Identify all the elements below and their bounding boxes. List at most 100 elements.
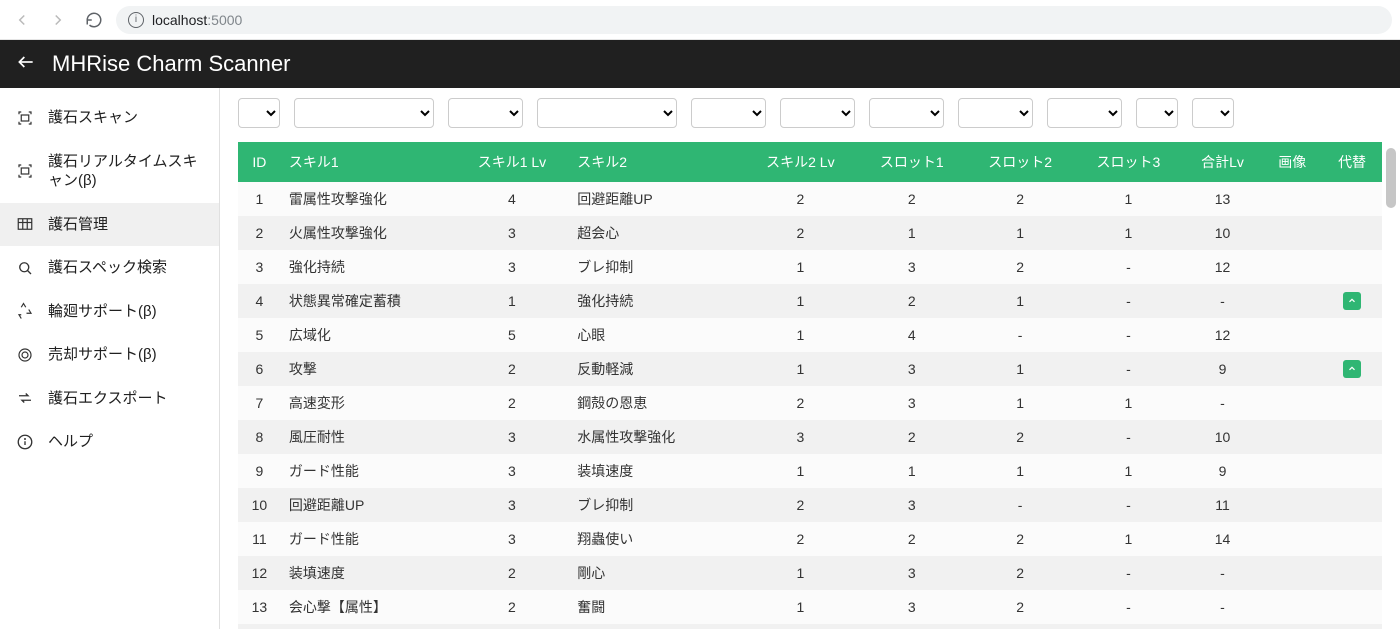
cell-sl2: 2 <box>966 420 1074 454</box>
col-header[interactable]: 代替 <box>1322 142 1382 182</box>
cell-img <box>1262 216 1322 250</box>
table-row[interactable]: 8風圧耐性3水属性攻撃強化322-10 <box>238 420 1382 454</box>
col-header[interactable]: スロット3 <box>1074 142 1182 182</box>
table-row[interactable]: 14弱点特効2状態異常確定蓄積1111- <box>238 624 1382 629</box>
nav-reload-button[interactable] <box>80 6 108 34</box>
filter-alt[interactable] <box>1192 98 1234 128</box>
table-row[interactable]: 12装填速度2剛心132-- <box>238 556 1382 590</box>
arrow-up-icon[interactable] <box>1343 360 1361 378</box>
filter-id[interactable] <box>238 98 280 128</box>
cell-sl1: 2 <box>858 420 966 454</box>
cell-s2: 奮闘 <box>569 590 743 624</box>
cell-sl3: 1 <box>1074 386 1182 420</box>
cell-img <box>1262 420 1322 454</box>
cell-s2: 剛心 <box>569 556 743 590</box>
cell-img <box>1262 386 1322 420</box>
cell-s1l: 2 <box>455 556 570 590</box>
cell-sl3: 1 <box>1074 522 1182 556</box>
filter-sumlv[interactable] <box>1047 98 1122 128</box>
cell-alt <box>1322 284 1382 318</box>
sidebar-item-2[interactable]: 護石管理 <box>0 203 219 247</box>
table-row[interactable]: 11ガード性能3翔蟲使い222114 <box>238 522 1382 556</box>
cell-s1l: 3 <box>455 522 570 556</box>
table-row[interactable]: 13会心撃【属性】2奮闘132-- <box>238 590 1382 624</box>
site-info-icon[interactable]: i <box>128 12 144 28</box>
table-row[interactable]: 5広域化5心眼14--12 <box>238 318 1382 352</box>
cell-sl2: 2 <box>966 556 1074 590</box>
col-header[interactable]: スキル1 Lv <box>455 142 570 182</box>
col-header[interactable]: スキル2 <box>569 142 743 182</box>
cell-s2l: 1 <box>743 284 858 318</box>
cell-sl1: 3 <box>858 590 966 624</box>
cell-s2: 状態異常確定蓄積 <box>569 624 743 629</box>
filter-skill2-lv[interactable] <box>691 98 766 128</box>
sidebar-item-0[interactable]: 護石スキャン <box>0 96 219 140</box>
cell-sl3: - <box>1074 318 1182 352</box>
col-header[interactable]: スキル1 <box>281 142 455 182</box>
cell-s1l: 2 <box>455 386 570 420</box>
cell-id: 14 <box>238 624 281 629</box>
col-header[interactable]: スロット1 <box>858 142 966 182</box>
cell-s1l: 2 <box>455 352 570 386</box>
cell-alt <box>1322 624 1382 629</box>
col-header[interactable]: スキル2 Lv <box>743 142 858 182</box>
cell-alt <box>1322 182 1382 216</box>
col-header[interactable]: スロット2 <box>966 142 1074 182</box>
sidebar-item-label: 輪廻サポート(β) <box>48 302 157 322</box>
cell-sum: - <box>1183 590 1263 624</box>
filter-skill2[interactable] <box>537 98 677 128</box>
cell-sl2: 1 <box>966 624 1074 629</box>
table-row[interactable]: 9ガード性能3装填速度11119 <box>238 454 1382 488</box>
col-header[interactable]: ID <box>238 142 281 182</box>
cell-sl3: 1 <box>1074 182 1182 216</box>
cell-s2: 強化持続 <box>569 284 743 318</box>
cell-alt <box>1322 454 1382 488</box>
sidebar-item-1[interactable]: 護石リアルタイムスキャン(β) <box>0 140 219 203</box>
cell-s1: 火属性攻撃強化 <box>281 216 455 250</box>
sidebar-item-3[interactable]: 護石スペック検索 <box>0 246 219 290</box>
table-row[interactable]: 3強化持続3ブレ抑制132-12 <box>238 250 1382 284</box>
cell-img <box>1262 624 1322 629</box>
scrollbar-thumb[interactable] <box>1386 148 1396 208</box>
filter-skill1[interactable] <box>294 98 434 128</box>
cell-s2l: 2 <box>743 522 858 556</box>
cell-s2l: 2 <box>743 488 858 522</box>
app-header: MHRise Charm Scanner <box>0 40 1400 88</box>
sidebar-item-5[interactable]: 売却サポート(β) <box>0 333 219 377</box>
cell-s2l: 1 <box>743 454 858 488</box>
header-back-button[interactable] <box>16 52 36 77</box>
scrollbar[interactable] <box>1386 148 1396 629</box>
cell-img <box>1262 182 1322 216</box>
table-row[interactable]: 1雷属性攻撃強化4回避距離UP222113 <box>238 182 1382 216</box>
nav-back-button[interactable] <box>8 6 36 34</box>
table-row[interactable]: 10回避距離UP3ブレ抑制23--11 <box>238 488 1382 522</box>
filter-slot2[interactable] <box>869 98 944 128</box>
filter-slot1[interactable] <box>780 98 855 128</box>
table-row[interactable]: 7高速変形2鋼殻の恩恵2311- <box>238 386 1382 420</box>
table-row[interactable]: 4状態異常確定蓄積1強化持続121-- <box>238 284 1382 318</box>
sidebar-item-7[interactable]: ヘルプ <box>0 420 219 464</box>
table-row[interactable]: 6攻撃2反動軽減131-9 <box>238 352 1382 386</box>
col-header[interactable]: 画像 <box>1262 142 1322 182</box>
filter-image[interactable] <box>1136 98 1178 128</box>
table-row[interactable]: 2火属性攻撃強化3超会心211110 <box>238 216 1382 250</box>
filter-skill1-lv[interactable] <box>448 98 523 128</box>
sidebar-item-label: 護石管理 <box>48 215 108 235</box>
sidebar-item-6[interactable]: 護石エクスポート <box>0 377 219 421</box>
cell-s1l: 1 <box>455 284 570 318</box>
cell-id: 12 <box>238 556 281 590</box>
cell-s1l: 3 <box>455 488 570 522</box>
col-header[interactable]: 合計Lv <box>1183 142 1263 182</box>
filter-slot3[interactable] <box>958 98 1033 128</box>
url-bar[interactable]: i localhost:5000 <box>116 6 1392 34</box>
nav-forward-button[interactable] <box>44 6 72 34</box>
cell-s1: ガード性能 <box>281 454 455 488</box>
cell-s2l: 1 <box>743 556 858 590</box>
cell-sum: 12 <box>1183 318 1263 352</box>
arrow-up-icon[interactable] <box>1343 292 1361 310</box>
main-content: IDスキル1スキル1 Lvスキル2スキル2 Lvスロット1スロット2スロット3合… <box>220 88 1400 629</box>
cell-alt <box>1322 216 1382 250</box>
table-header-row: IDスキル1スキル1 Lvスキル2スキル2 Lvスロット1スロット2スロット3合… <box>238 142 1382 182</box>
cell-s2: 水属性攻撃強化 <box>569 420 743 454</box>
sidebar-item-4[interactable]: 輪廻サポート(β) <box>0 290 219 334</box>
